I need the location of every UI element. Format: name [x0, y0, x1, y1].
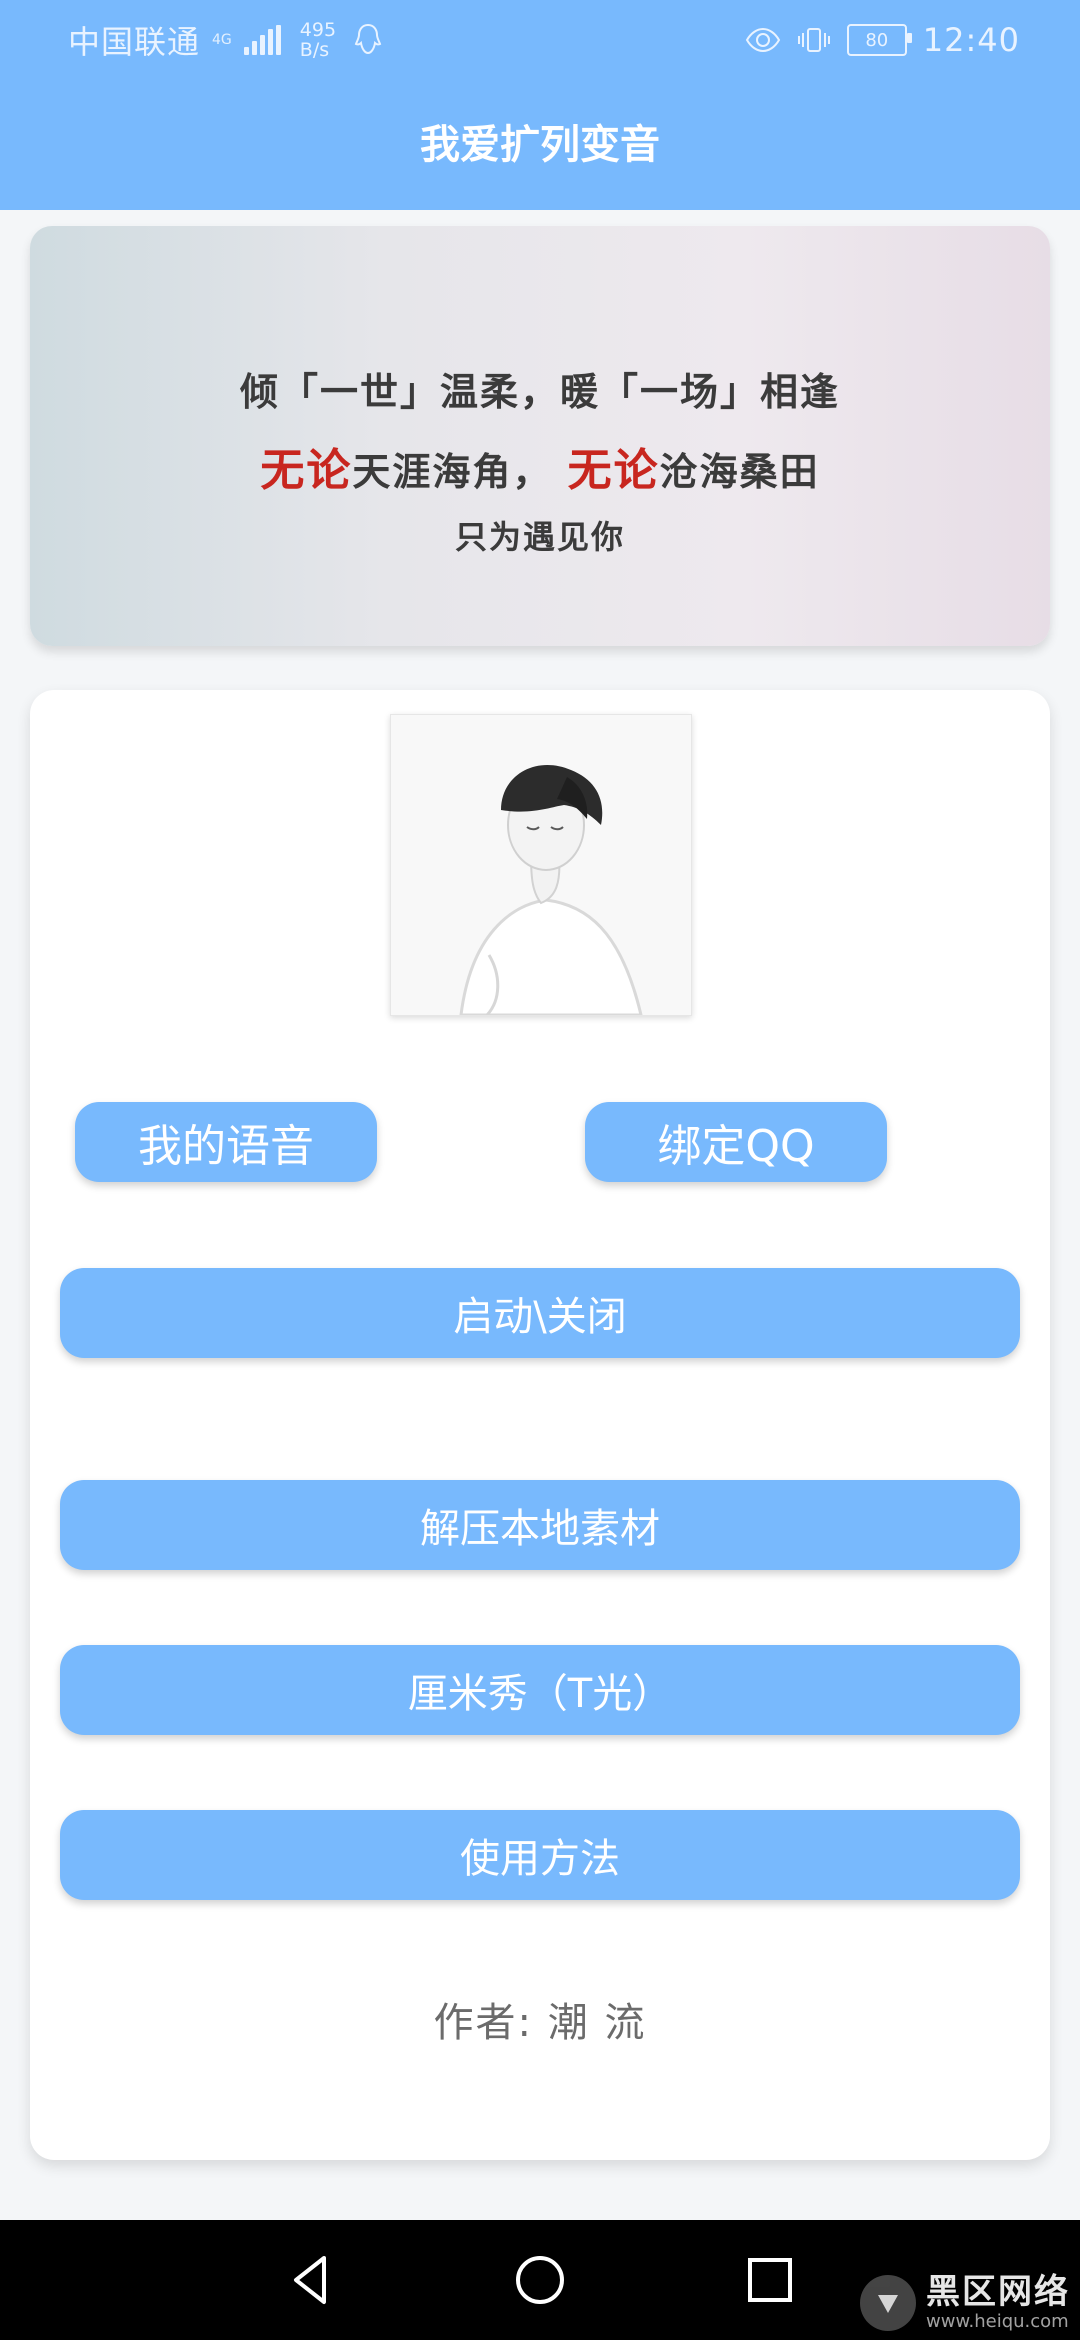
status-left: 中国联通 4G 495 B/s — [68, 18, 388, 62]
battery-level: 80 — [865, 29, 889, 51]
usage-button[interactable]: 使用方法 — [60, 1810, 1020, 1900]
banner-line1-e: 」相逢 — [720, 369, 841, 414]
banner-text: 倾「一世」温柔，暖「一场」相逢 无论天涯海角， 无论沧海桑田 只为遇见你 — [30, 361, 1050, 558]
carrier-label: 中国联通 — [68, 23, 201, 61]
watermark: 黑区网络 www.heiqu.com — [860, 2268, 1070, 2338]
back-icon[interactable] — [278, 2248, 342, 2312]
signal-icon — [243, 25, 288, 55]
clock: 12:40 — [922, 21, 1020, 59]
speed-value: 495 — [299, 19, 337, 41]
banner-line1-c: 」温柔，暖「 — [399, 369, 640, 414]
app-title: 我爱扩列变音 — [420, 122, 660, 168]
watermark-logo-icon — [860, 2275, 916, 2331]
banner-line-1: 倾「一世」温柔，暖「一场」相逢 — [30, 361, 1050, 416]
vibrate-icon — [797, 28, 830, 52]
person-illustration — [391, 715, 691, 1015]
home-icon[interactable] — [508, 2248, 572, 2312]
watermark-title: 黑区网络 — [926, 2272, 1070, 2313]
speed-unit: B/s — [299, 39, 330, 61]
banner-line1-b: 一世 — [319, 369, 400, 414]
banner-red-2: 无论 — [567, 445, 660, 496]
banner-card[interactable]: 倾「一世」温柔，暖「一场」相逢 无论天涯海角， 无论沧海桑田 只为遇见你 — [30, 226, 1050, 646]
banner-line-3: 只为遇见你 — [454, 518, 625, 556]
avatar[interactable] — [390, 714, 692, 1016]
banner-red-1: 无论 — [260, 445, 353, 496]
extract-local-assets-button[interactable]: 解压本地素材 — [60, 1480, 1020, 1570]
watermark-text: 黑区网络 www.heiqu.com — [926, 2272, 1070, 2332]
toggle-button[interactable]: 启动\关闭 — [60, 1268, 1020, 1358]
my-voice-button[interactable]: 我的语音 — [75, 1102, 377, 1182]
network-type: 4G — [212, 32, 232, 48]
main-card: 我的语音 绑定QQ 启动\关闭 解压本地素材 厘米秀（T光） 使用方法 作者: … — [30, 690, 1050, 2160]
qq-icon — [354, 23, 382, 55]
status-bar: 中国联通 4G 495 B/s 80 12:40 — [0, 0, 1080, 80]
top-bar: 中国联通 4G 495 B/s 80 12:40 我爱扩列变音 — [0, 0, 1080, 210]
cmshow-button[interactable]: 厘米秀（T光） — [60, 1645, 1020, 1735]
bind-qq-button[interactable]: 绑定QQ — [585, 1102, 887, 1182]
banner-line2-m2: 沧海桑田 — [659, 449, 820, 494]
banner-line2-m1: 天涯海角， — [352, 449, 553, 494]
eye-icon — [745, 27, 780, 53]
banner-line-2: 无论天涯海角， 无论沧海桑田 — [30, 434, 1050, 498]
recent-apps-icon[interactable] — [738, 2248, 802, 2312]
author-label: 作者: 潮 流 — [433, 2000, 647, 2046]
battery-icon: 80 — [846, 24, 912, 56]
banner-line1-d: 一场 — [640, 369, 721, 414]
watermark-site: www.heiqu.com — [926, 2310, 1069, 2332]
network-speed: 495 B/s — [300, 20, 336, 60]
status-right: 80 12:40 — [745, 18, 1020, 62]
banner-line1-a: 倾「 — [239, 369, 320, 414]
